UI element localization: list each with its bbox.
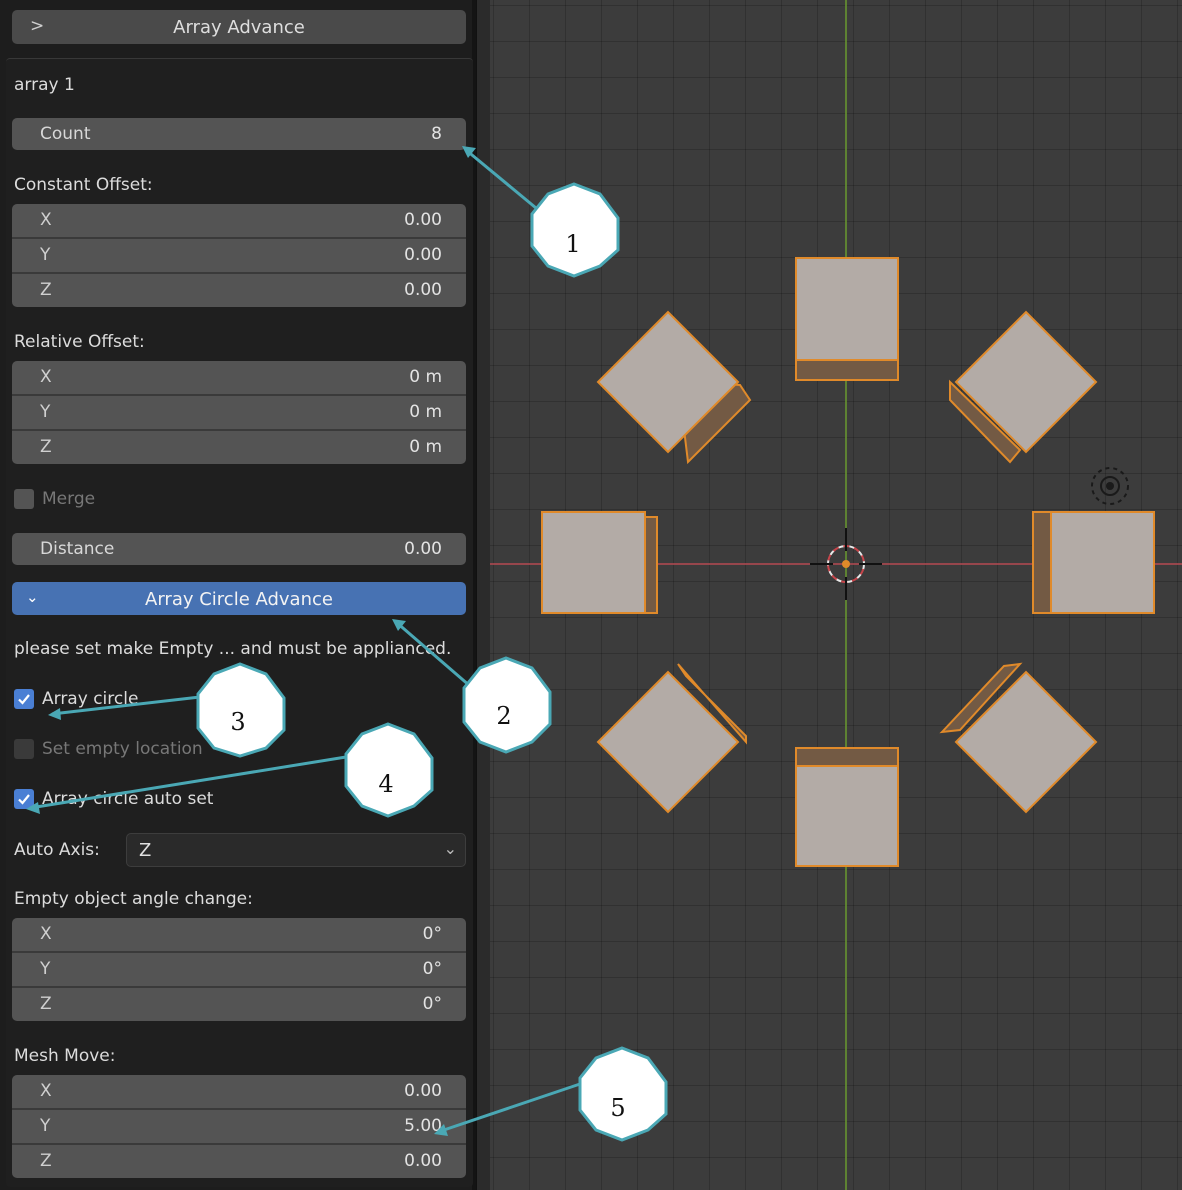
checkmark-icon — [18, 794, 30, 805]
axis-label: Z — [40, 437, 52, 457]
axis-label: X — [40, 210, 52, 230]
axis-label: Y — [40, 245, 51, 265]
distance-field[interactable]: Distance 0.00 — [12, 533, 466, 565]
array-circle-auto-set-checkbox[interactable] — [14, 789, 34, 809]
checkmark-icon — [18, 694, 30, 705]
axis-label: X — [40, 924, 52, 944]
properties-panel: > Array Advance array 1 Count 8 Constant… — [0, 0, 477, 1190]
axis-label: Z — [40, 994, 52, 1014]
array-circle-advance-header[interactable]: ⌄ Array Circle Advance — [12, 582, 466, 615]
axis-value: 0.00 — [404, 1151, 442, 1171]
cube-left[interactable] — [541, 511, 658, 614]
count-field[interactable]: Count 8 — [12, 118, 466, 150]
axis-label: Z — [40, 1151, 52, 1171]
empty-angle-label: Empty object angle change: — [14, 889, 253, 909]
constant-offset-label: Constant Offset: — [14, 175, 153, 195]
empty-angle-y-field[interactable]: Y 0° — [12, 953, 466, 986]
cube-lower-left[interactable] — [596, 663, 747, 814]
axis-value: 0° — [422, 924, 442, 944]
3d-cursor-icon[interactable] — [810, 528, 882, 600]
axis-value: 5.00 — [404, 1116, 442, 1136]
axis-value: 0.00 — [404, 1081, 442, 1101]
auto-axis-label: Auto Axis: — [14, 840, 100, 860]
array-advance-panel-header[interactable]: > Array Advance — [12, 10, 466, 44]
cube-bottom[interactable] — [795, 747, 899, 867]
mesh-move-y-field[interactable]: Y 5.00 — [12, 1110, 466, 1143]
count-value: 8 — [431, 124, 442, 144]
panel-header-title: Array Advance — [173, 17, 305, 38]
axis-value: 0° — [422, 994, 442, 1014]
axis-value: 0.00 — [404, 245, 442, 265]
relative-offset-label: Relative Offset: — [14, 332, 145, 352]
axis-label: X — [40, 367, 52, 387]
axis-label: Y — [40, 1116, 51, 1136]
cube-lower-right[interactable] — [939, 662, 1098, 814]
axis-label: Z — [40, 280, 52, 300]
cube-top[interactable] — [795, 257, 899, 381]
auto-axis-select[interactable]: Z ⌄ — [126, 833, 466, 867]
light-empty-icon[interactable] — [1091, 467, 1129, 505]
axis-label: X — [40, 1081, 52, 1101]
axis-label: Y — [40, 959, 51, 979]
constant-offset-x-field[interactable]: X 0.00 — [12, 204, 466, 237]
relative-offset-x-field[interactable]: X 0 m — [12, 361, 466, 394]
empty-angle-z-field[interactable]: Z 0° — [12, 988, 466, 1021]
constant-offset-y-field[interactable]: Y 0.00 — [12, 239, 466, 272]
distance-value: 0.00 — [404, 539, 442, 559]
merge-label: Merge — [42, 489, 96, 509]
axis-value: 0.00 — [404, 280, 442, 300]
axis-value: 0 m — [409, 367, 442, 387]
count-label: Count — [40, 124, 91, 144]
chevron-down-icon: ⌄ — [443, 839, 457, 858]
distance-label: Distance — [40, 539, 115, 559]
relative-offset-y-field[interactable]: Y 0 m — [12, 396, 466, 429]
auto-axis-value: Z — [139, 840, 152, 861]
mesh-move-label: Mesh Move: — [14, 1046, 116, 1066]
set-empty-location-label: Set empty location — [42, 739, 203, 759]
axis-label: Y — [40, 402, 51, 422]
mesh-move-x-field[interactable]: X 0.00 — [12, 1075, 466, 1108]
relative-offset-z-field[interactable]: Z 0 m — [12, 431, 466, 464]
array-circle-checkbox[interactable] — [14, 689, 34, 709]
constant-offset-z-field[interactable]: Z 0.00 — [12, 274, 466, 307]
axis-value: 0 m — [409, 437, 442, 457]
array-circle-label: Array circle — [42, 689, 139, 709]
empty-angle-x-field[interactable]: X 0° — [12, 918, 466, 951]
circle-header-title: Array Circle Advance — [145, 589, 333, 610]
cube-right[interactable] — [1032, 511, 1155, 614]
array-circle-auto-set-label: Array circle auto set — [42, 789, 214, 809]
cube-upper-right[interactable] — [949, 310, 1098, 464]
3d-viewport[interactable] — [490, 0, 1182, 1190]
viewport-scene — [490, 0, 1182, 1190]
set-empty-location-checkbox[interactable] — [14, 739, 34, 759]
notice-text: please set make Empty ... and must be ap… — [14, 639, 452, 659]
axis-value: 0 m — [409, 402, 442, 422]
axis-value: 0° — [422, 959, 442, 979]
merge-checkbox[interactable] — [14, 489, 34, 509]
mesh-move-z-field[interactable]: Z 0.00 — [12, 1145, 466, 1178]
cube-upper-left[interactable] — [596, 310, 752, 465]
axis-value: 0.00 — [404, 210, 442, 230]
section-title: array 1 — [14, 75, 75, 95]
